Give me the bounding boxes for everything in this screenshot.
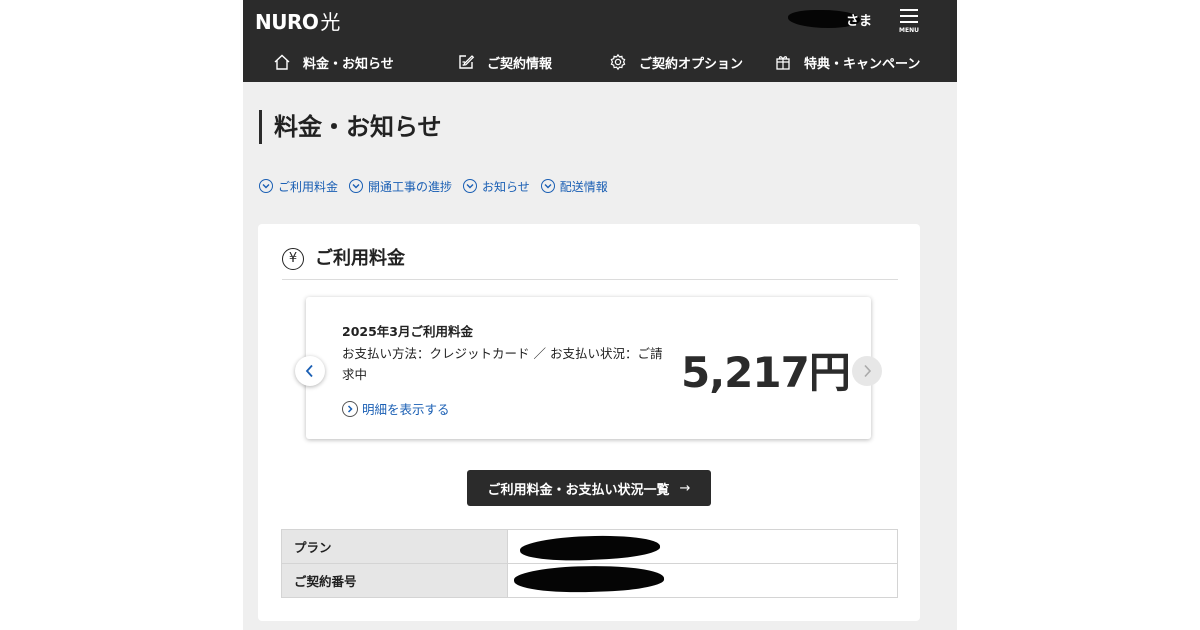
plan-label: プラン xyxy=(281,529,508,564)
logo-suffix: 光 xyxy=(320,10,340,34)
gear-icon xyxy=(610,53,626,71)
nav-item-contract-info[interactable]: ご契約情報 xyxy=(457,52,552,72)
contract-number-value xyxy=(507,563,898,598)
nav-item-contract-options[interactable]: ご契約オプション xyxy=(609,52,743,72)
chevron-down-icon xyxy=(259,179,273,193)
anchor-link-delivery[interactable]: 配送情報 xyxy=(540,176,608,196)
chevron-down-icon xyxy=(463,179,478,193)
billing-history-label: ご利用料金・お支払い状況一覧 xyxy=(487,482,670,498)
app-frame: NURO 光 さま MENU 料金・お知らせ ご契約情報 ご契約オプション 特典… xyxy=(243,0,957,630)
anchor-link-usage-fee[interactable]: ご利用料金 xyxy=(259,176,338,196)
billing-history-button[interactable]: ご利用料金・お支払い状況一覧 → xyxy=(467,470,711,506)
prev-month-button[interactable] xyxy=(295,356,325,386)
menu-button[interactable]: MENU xyxy=(898,8,920,36)
nav-item-campaigns[interactable]: 特典・キャンペーン xyxy=(774,52,920,72)
contract-number-label: ご契約番号 xyxy=(281,563,508,598)
nuro-logo[interactable]: NURO 光 xyxy=(255,6,340,35)
anchor-link-notices[interactable]: お知らせ xyxy=(463,176,530,196)
yen-icon: ¥ xyxy=(282,248,304,270)
chevron-left-icon xyxy=(305,364,313,378)
site-header: NURO 光 さま MENU 料金・お知らせ ご契約情報 ご契約オプション 特典… xyxy=(243,0,957,82)
redacted-contract-number xyxy=(513,563,665,595)
nav-label: 料金・お知らせ xyxy=(303,56,394,72)
billing-month-label: 2025年3月ご利用料金 xyxy=(342,324,473,339)
user-honorific: さま xyxy=(846,14,873,29)
billing-summary-panel: 2025年3月ご利用料金 お支払い方法：クレジットカード ／ お支払い状況：ご請… xyxy=(306,297,871,439)
table-row: プラン xyxy=(281,529,898,564)
menu-label: MENU xyxy=(899,27,919,34)
hamburger-icon xyxy=(900,9,918,11)
hamburger-icon-bar xyxy=(900,15,918,17)
payment-status-text: お支払い方法：クレジットカード ／ お支払い状況：ご請求中 xyxy=(342,346,663,382)
logo-text: NURO xyxy=(255,10,319,34)
table-row: ご契約番号 xyxy=(281,563,898,598)
billing-amount: 5,217円 xyxy=(681,348,851,397)
nav-label: 特典・キャンペーン xyxy=(804,56,921,72)
plan-value xyxy=(507,529,898,564)
anchor-label: 配送情報 xyxy=(559,179,608,194)
anchor-label: 開通工事の進捗 xyxy=(368,179,453,194)
usage-fee-card: ¥ ご利用料金 2025年3月ご利用料金 お支払い方法：クレジットカード ／ お… xyxy=(258,224,920,621)
anchor-label: ご利用料金 xyxy=(278,179,339,194)
gift-icon xyxy=(776,56,790,70)
anchor-link-construction-progress[interactable]: 開通工事の進捗 xyxy=(349,176,452,196)
redacted-plan-value xyxy=(519,532,661,564)
main-nav: 料金・お知らせ ご契約情報 ご契約オプション 特典・キャンペーン xyxy=(243,44,957,80)
home-icon xyxy=(274,54,290,70)
show-details-label: 明細を表示する xyxy=(362,402,450,417)
nav-label: ご契約オプション xyxy=(639,56,744,72)
chevron-down-icon xyxy=(540,179,555,193)
nav-item-billing[interactable]: 料金・お知らせ xyxy=(273,52,394,72)
anchor-links: ご利用料金 開通工事の進捗 お知らせ 配送情報 xyxy=(259,176,619,196)
arrow-right-icon: → xyxy=(679,480,691,496)
hamburger-icon-bar xyxy=(900,21,918,23)
anchor-label: お知らせ xyxy=(482,179,530,194)
page-title: 料金・お知らせ xyxy=(259,110,442,144)
chevron-right-icon xyxy=(864,364,872,378)
section-heading: ¥ ご利用料金 xyxy=(282,248,898,280)
contract-info-table: プラン ご契約番号 xyxy=(281,529,898,598)
nav-label: ご契約情報 xyxy=(487,56,553,72)
chevron-right-icon xyxy=(342,400,358,417)
next-month-button[interactable] xyxy=(852,356,882,386)
section-title: ご利用料金 xyxy=(315,248,405,269)
edit-icon xyxy=(459,55,475,69)
show-details-link[interactable]: 明細を表示する xyxy=(342,399,450,418)
chevron-down-icon xyxy=(349,179,364,193)
